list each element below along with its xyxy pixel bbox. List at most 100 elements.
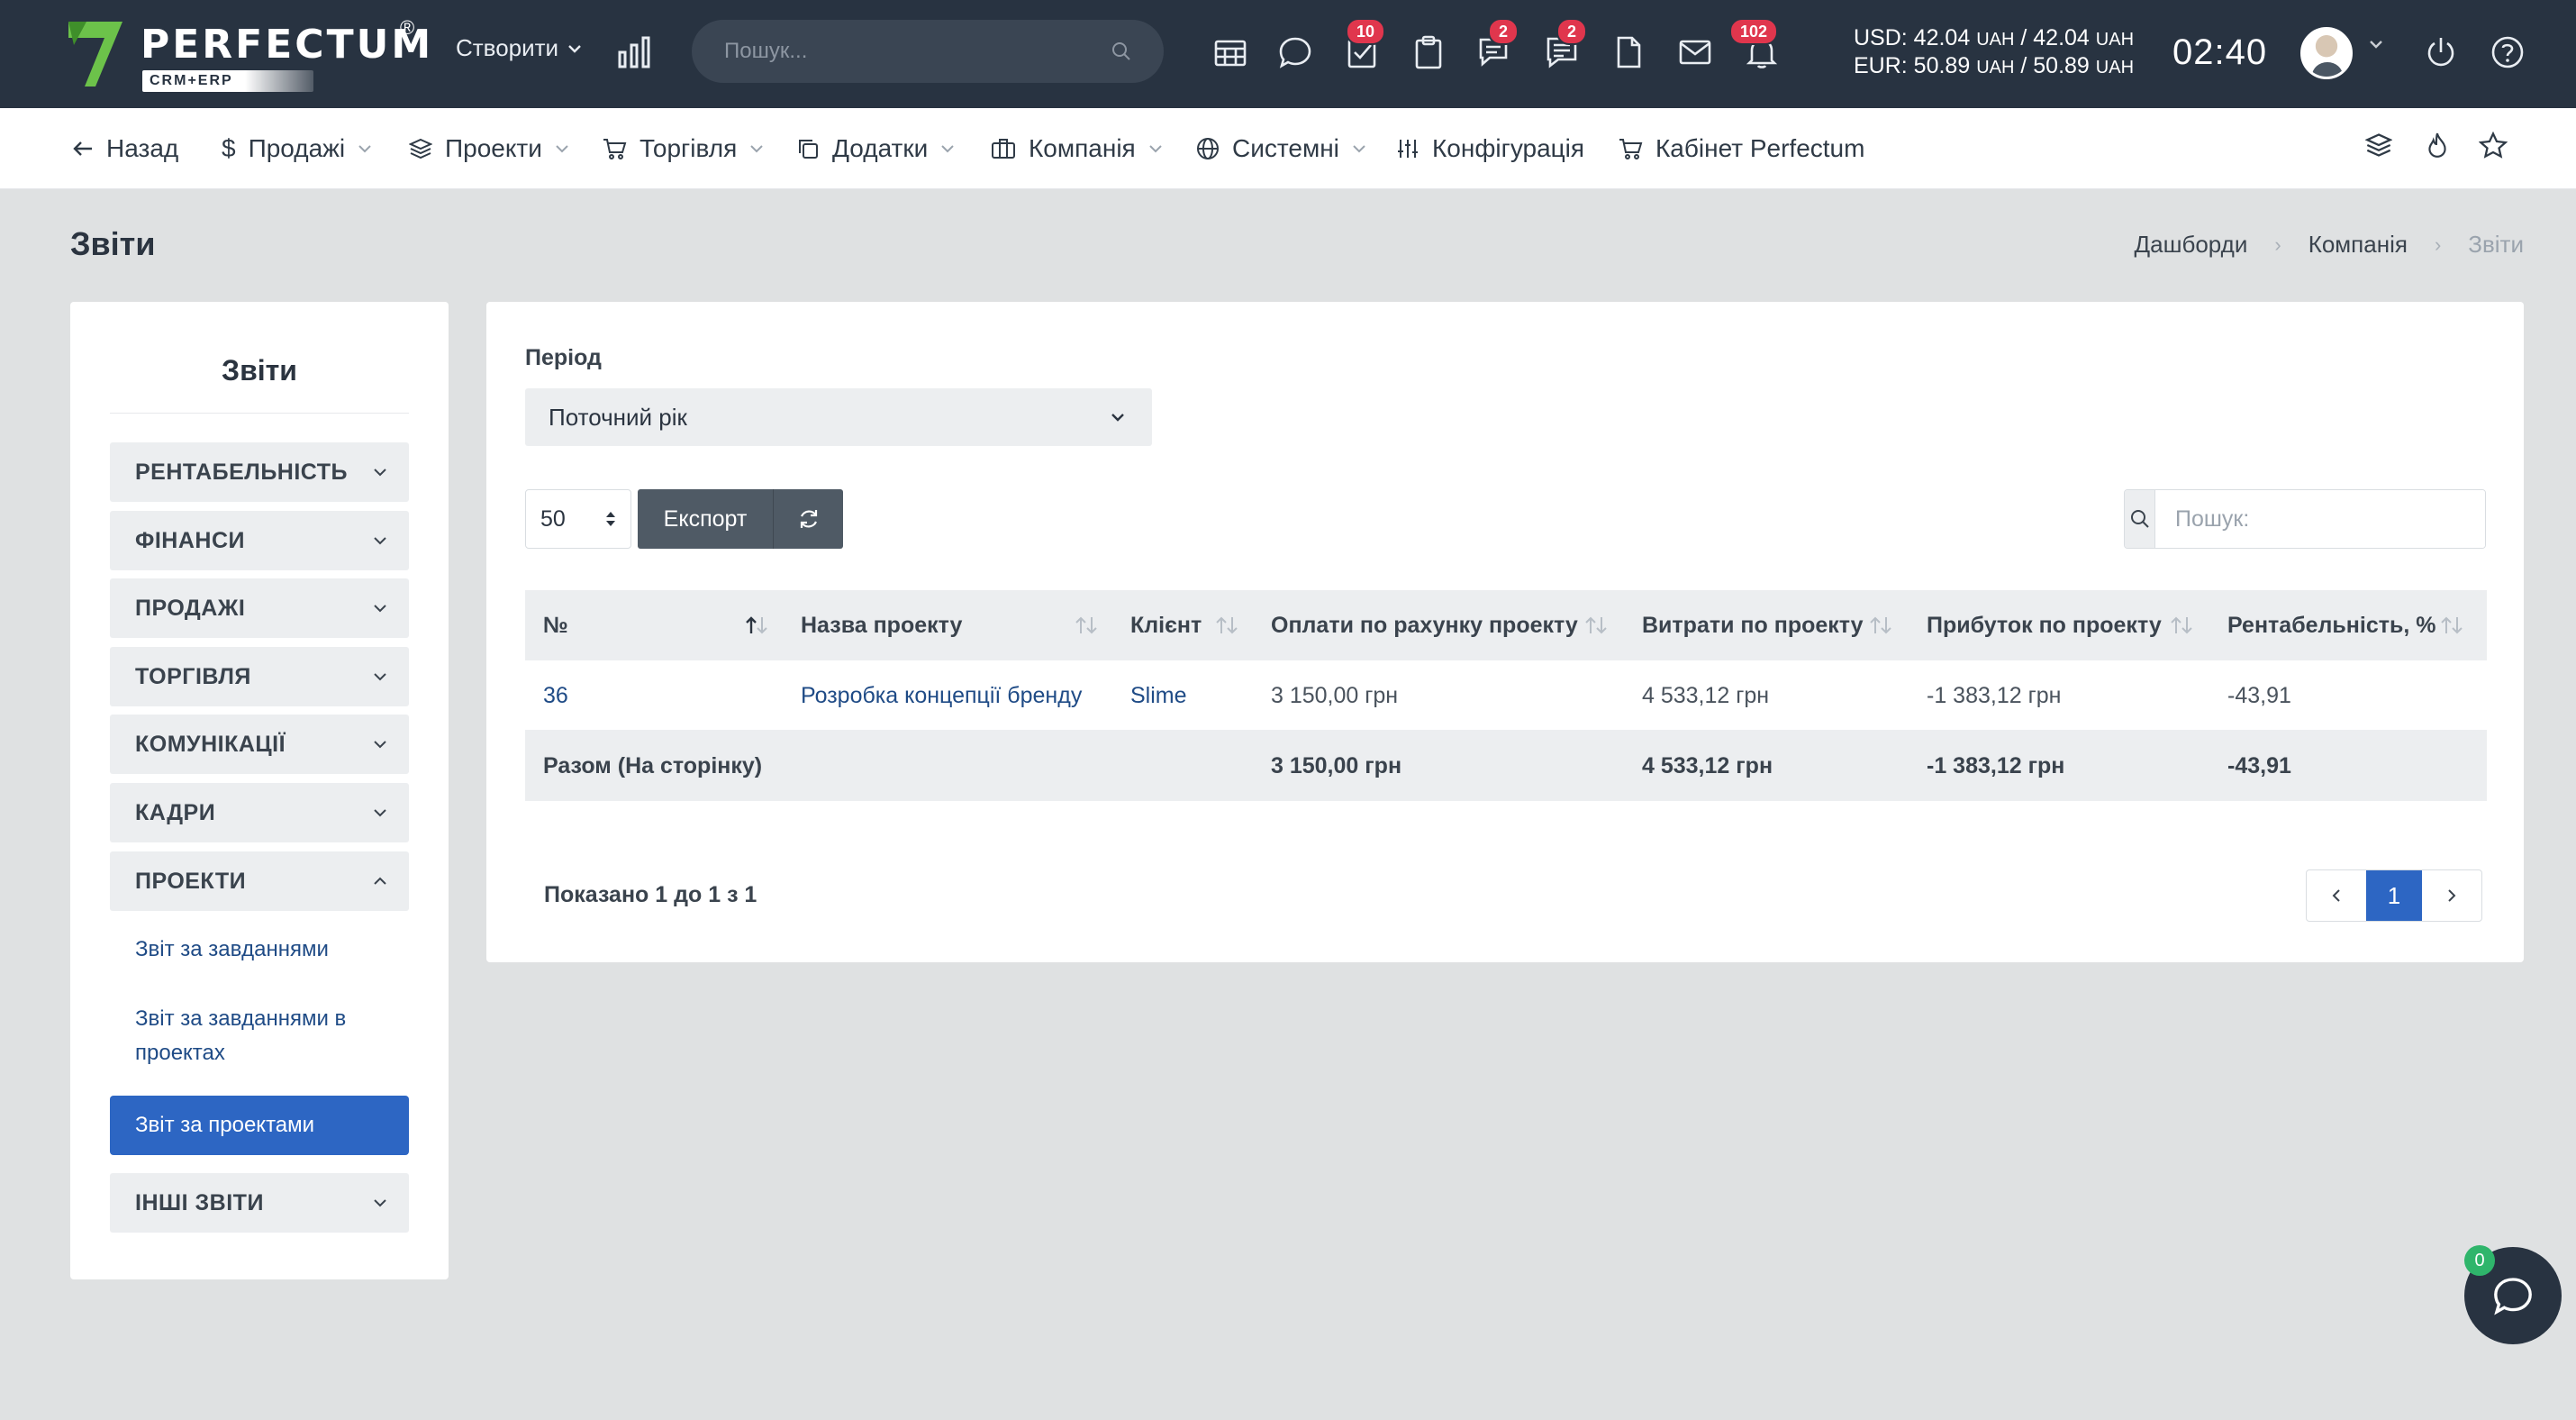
- star-icon[interactable]: [2479, 132, 2508, 159]
- nav-trade[interactable]: Торгівля: [602, 108, 764, 189]
- sidebar-title: Звіти: [110, 354, 409, 414]
- sidebar-item-other-reports[interactable]: ІНШІ ЗВІТИ: [110, 1173, 409, 1233]
- sort-icon[interactable]: [1584, 615, 1608, 635]
- column-header-costs[interactable]: Витрати по проекту: [1642, 590, 1864, 660]
- sort-icon[interactable]: [1215, 615, 1238, 635]
- column-header-number[interactable]: №: [543, 590, 568, 660]
- column-header-project-name[interactable]: Назва проекту: [801, 590, 962, 660]
- chevron-right-icon: [2448, 889, 2456, 902]
- dollar-icon: $: [222, 134, 236, 162]
- nav-addons[interactable]: Додатки: [796, 108, 955, 189]
- search-icon: [1112, 42, 1130, 60]
- chevron-down-icon: [374, 469, 386, 477]
- pagination-next[interactable]: [2422, 870, 2481, 921]
- table-search[interactable]: [2124, 489, 2486, 549]
- chevron-down-icon: [374, 537, 386, 545]
- sort-icon[interactable]: [1869, 615, 1892, 635]
- column-header-payments[interactable]: Оплати по рахунку проекту: [1271, 590, 1578, 660]
- discussion-icon[interactable]: 2: [1477, 18, 1519, 74]
- breadcrumb-dashboards[interactable]: Дашборди: [2135, 231, 2248, 259]
- column-header-profit[interactable]: Прибуток по проекту: [1927, 590, 2162, 660]
- sidebar-item-label: РЕНТАБЕЛЬНІСТЬ: [135, 459, 348, 485]
- sort-icon[interactable]: [2170, 615, 2193, 635]
- cell-payments: 3 150,00 грн: [1271, 682, 1399, 708]
- clipboard-icon[interactable]: [1410, 34, 1450, 74]
- brand-logo[interactable]: PERFECTUM ® CRM+ERP: [68, 16, 431, 94]
- mail-icon[interactable]: [1677, 34, 1717, 74]
- sliders-icon: [1398, 140, 1418, 158]
- sort-icon[interactable]: [2440, 615, 2463, 635]
- breadcrumb: Дашборди › Компанія › Звіти: [2135, 231, 2524, 259]
- nav-config-label: Конфігурація: [1432, 134, 1585, 162]
- nav-sales[interactable]: $ Продажі: [222, 108, 372, 189]
- briefcase-icon: [992, 139, 1015, 159]
- chevron-down-icon: [358, 145, 371, 153]
- sidebar-item-sales[interactable]: ПРОДАЖІ: [110, 578, 409, 638]
- user-avatar[interactable]: [2300, 27, 2353, 79]
- sidebar-sub-projects-report[interactable]: Звіт за проектами: [110, 1096, 409, 1155]
- period-select[interactable]: Поточний рік: [525, 388, 1152, 446]
- cell-project-name[interactable]: Розробка концепції бренду: [801, 660, 1082, 731]
- pagination-page[interactable]: 1: [2366, 870, 2422, 921]
- cell-client[interactable]: Slime: [1130, 660, 1187, 731]
- sidebar-item-communications[interactable]: КОМУНІКАЦІЇ: [110, 715, 409, 774]
- pagination-prev[interactable]: [2307, 870, 2366, 921]
- help-icon[interactable]: [2490, 34, 2526, 70]
- brand-name: PERFECTUM: [141, 22, 434, 68]
- nav-cabinet[interactable]: Кабінет Perfectum: [1618, 108, 1864, 189]
- sidebar-sub-tasks-in-projects-report[interactable]: Звіт за завданнями в проектах: [110, 1002, 409, 1070]
- global-search-input[interactable]: [724, 39, 1111, 64]
- messages-icon[interactable]: 2: [1544, 18, 1588, 74]
- layers-icon[interactable]: [2365, 132, 2392, 159]
- tasks-icon[interactable]: 10: [1344, 18, 1386, 74]
- sort-icon[interactable]: [1075, 615, 1098, 635]
- sidebar-sub-tasks-report[interactable]: Звіт за завданнями: [110, 933, 409, 967]
- calendar-icon[interactable]: [1212, 34, 1252, 74]
- nav-config[interactable]: Конфігурація: [1396, 108, 1584, 189]
- nav-back[interactable]: Назад: [72, 108, 178, 189]
- main-nav: Назад $ Продажі Проекти Торгівля Додатки…: [0, 108, 2576, 189]
- export-button[interactable]: Експорт: [638, 489, 773, 549]
- arrow-left-icon: [73, 141, 92, 156]
- bell-icon[interactable]: 102: [1729, 18, 1783, 74]
- nav-addons-label: Додатки: [832, 134, 929, 162]
- brand-reg: ®: [400, 16, 415, 39]
- chat-bubble-icon[interactable]: [1277, 34, 1317, 74]
- page-size-select[interactable]: 50: [525, 489, 631, 549]
- table-info: Показано 1 до 1 з 1: [544, 882, 757, 907]
- chevron-left-icon: [2332, 889, 2340, 902]
- table-search-input[interactable]: [2155, 490, 2485, 548]
- chevron-down-icon: [556, 145, 568, 153]
- refresh-button[interactable]: [773, 489, 843, 549]
- total-costs: 4 533,12 грн: [1642, 752, 1773, 778]
- nav-system[interactable]: Системні: [1196, 108, 1366, 189]
- column-header-client[interactable]: Клієнт: [1130, 590, 1202, 660]
- fire-icon[interactable]: [2425, 132, 2450, 159]
- sidebar-item-finance[interactable]: ФІНАНСИ: [110, 511, 409, 570]
- sidebar-item-trade[interactable]: ТОРГІВЛЯ: [110, 647, 409, 706]
- sidebar-item-projects[interactable]: ПРОЕКТИ: [110, 851, 409, 911]
- global-search[interactable]: [692, 20, 1164, 83]
- nav-company[interactable]: Компанія: [991, 108, 1163, 189]
- cell-project-number[interactable]: 36: [543, 660, 568, 731]
- table-header-row: № Назва проекту Клієнт Оплати по рахунку…: [525, 590, 2487, 660]
- chat-widget-badge: 0: [2464, 1245, 2495, 1276]
- breadcrumb-company[interactable]: Компанія: [2308, 231, 2408, 259]
- brand-sub: CRM+ERP: [142, 70, 313, 92]
- nav-projects[interactable]: Проекти: [409, 108, 569, 189]
- sidebar-item-profitability[interactable]: РЕНТАБЕЛЬНІСТЬ: [110, 442, 409, 502]
- report-card: Період Поточний рік 50 Експорт № Назва п…: [486, 302, 2524, 962]
- create-button[interactable]: Створити: [456, 34, 582, 62]
- chevron-down-icon: [374, 741, 386, 749]
- chevron-down-icon[interactable]: [2369, 40, 2383, 49]
- currency-rates: USD: 42.04 UAH / 42.04 UAH EUR: 50.89 UA…: [1854, 25, 2134, 81]
- sidebar-item-label: ПРОДАЖІ: [135, 595, 246, 621]
- chevron-down-icon: [750, 145, 763, 153]
- power-icon[interactable]: [2423, 34, 2459, 70]
- statistics-icon[interactable]: [616, 34, 652, 75]
- sidebar-item-hr[interactable]: КАДРИ: [110, 783, 409, 842]
- column-header-margin[interactable]: Рентабельність, %: [2227, 590, 2435, 660]
- sidebar-item-label: ПРОЕКТИ: [135, 868, 247, 894]
- document-icon[interactable]: [1610, 34, 1650, 74]
- sort-asc-icon[interactable]: [745, 615, 768, 635]
